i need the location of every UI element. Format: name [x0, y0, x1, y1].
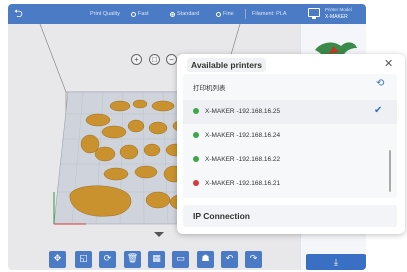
- layout-icon[interactable]: ▦: [148, 251, 165, 268]
- zoom-in-icon[interactable]: +: [131, 54, 142, 65]
- printer-name: X-MAKER -192.168.16.22: [205, 156, 281, 163]
- printer-icon[interactable]: [308, 8, 320, 19]
- offline-status-icon: [193, 180, 199, 186]
- online-status-icon: [193, 108, 199, 114]
- list-scrollbar[interactable]: [389, 150, 391, 192]
- scale-icon[interactable]: ◱: [75, 251, 92, 268]
- undo-icon[interactable]: ↶: [221, 251, 238, 268]
- online-status-icon: [193, 156, 199, 162]
- print-quality-label: Print Quality: [90, 11, 120, 17]
- printer-name: X-MAKER -192.168.16.21: [205, 180, 281, 187]
- export-button[interactable]: ⤓: [306, 254, 366, 270]
- printer-list-header: 打印机列表: [193, 85, 226, 92]
- refresh-icon[interactable]: ⟲: [376, 78, 384, 89]
- available-printers-dialog: Available printers ✕ 打印机列表 ⟲ X-MAKER -19…: [177, 54, 405, 234]
- move-icon[interactable]: ✥: [49, 251, 66, 268]
- check-icon: ✔: [374, 105, 383, 116]
- bottom-toolbar: ✥ ◱ ⟳ 🗑 ▦ ▭ ☗ ↶ ↷: [8, 250, 300, 270]
- filament-label: Filament: PLA: [252, 11, 287, 17]
- printer-row[interactable]: X-MAKER -192.168.16.24: [183, 124, 397, 148]
- printer-row[interactable]: X-MAKER -192.168.16.22: [183, 148, 397, 172]
- printer-name: X-MAKER -192.168.16.24: [205, 132, 281, 139]
- zoom-fit-icon[interactable]: □: [149, 54, 160, 65]
- redo-icon[interactable]: ↷: [245, 251, 262, 268]
- printer-row[interactable]: X-MAKER -192.168.16.25 ✔: [183, 100, 397, 124]
- back-arrow-icon[interactable]: ⮌: [14, 8, 23, 19]
- online-status-icon: [193, 132, 199, 138]
- printer-model-value[interactable]: X-MAKER: [325, 14, 348, 20]
- rotate-icon[interactable]: ⟳: [99, 251, 116, 268]
- printer-list: 打印机列表 ⟲ X-MAKER -192.168.16.25 ✔ X-MAKER…: [183, 74, 397, 198]
- image-icon[interactable]: ▭: [172, 251, 189, 268]
- ip-connection-section[interactable]: IP Connection: [183, 205, 397, 227]
- person-icon[interactable]: ☗: [197, 251, 214, 268]
- printer-row[interactable]: X-MAKER -192.168.16.21: [183, 172, 397, 196]
- divider: [245, 9, 246, 19]
- printer-model-label: Printer Model: [325, 7, 352, 12]
- quality-fast-radio[interactable]: Fast: [131, 11, 149, 17]
- close-icon[interactable]: ✕: [384, 57, 393, 70]
- dialog-title: Available printers: [187, 58, 267, 72]
- printer-name: X-MAKER -192.168.16.25: [205, 108, 281, 115]
- quality-fine-radio[interactable]: Fine: [216, 11, 234, 17]
- top-bar: ⮌ Print Quality Fast Standard Fine Filam…: [8, 4, 366, 24]
- delete-icon[interactable]: 🗑: [124, 251, 141, 268]
- zoom-out-icon[interactable]: −: [166, 54, 177, 65]
- quality-standard-radio[interactable]: Standard: [170, 11, 199, 17]
